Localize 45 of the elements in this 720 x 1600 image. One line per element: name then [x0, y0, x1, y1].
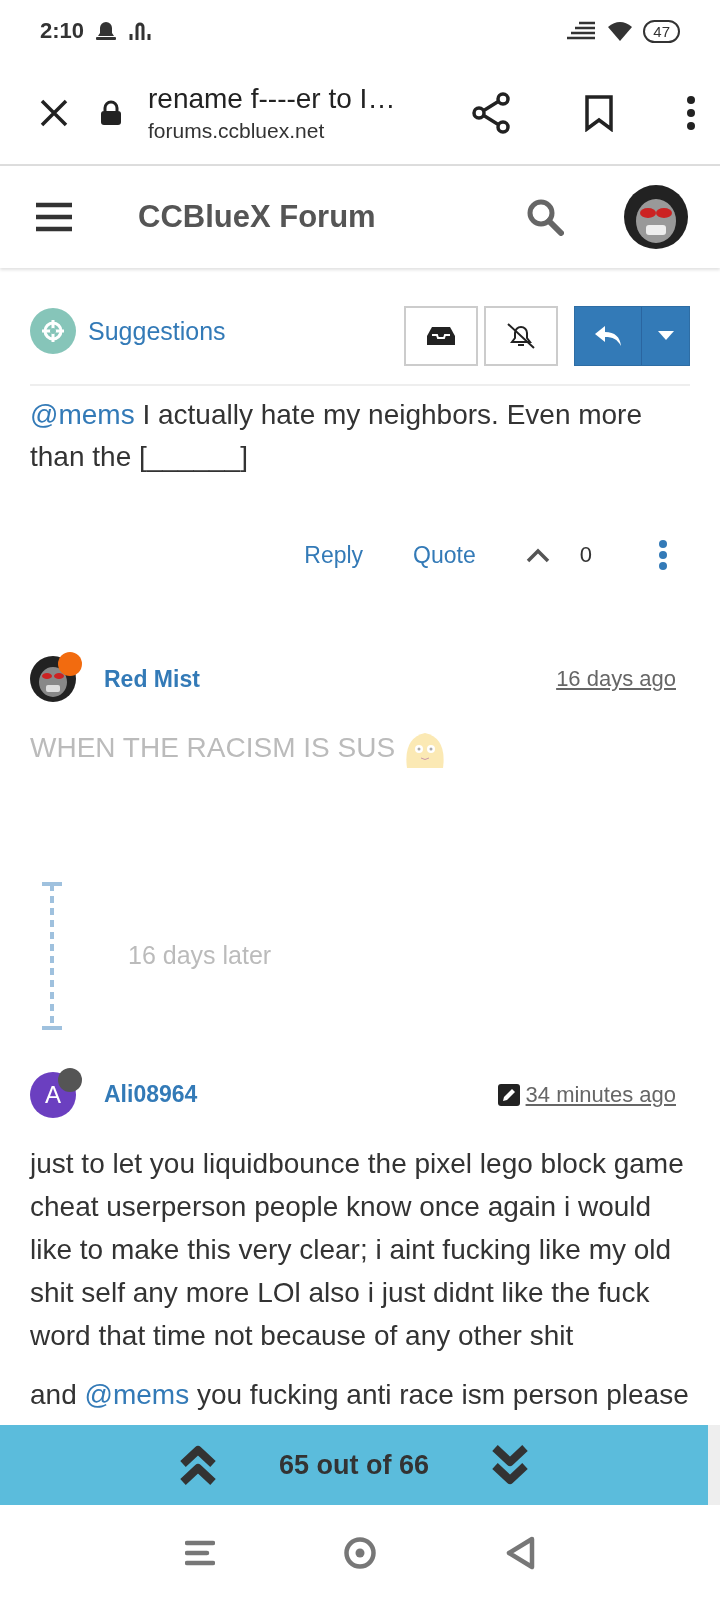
bell-off-icon [506, 322, 536, 350]
page-url: forums.ccbluex.net [148, 119, 326, 143]
post-counter: 65 out of 66 [279, 1449, 429, 1481]
bell-icon [94, 20, 119, 42]
wifi-icon [607, 20, 634, 42]
timeline-gap-icon [40, 881, 64, 1030]
close-icon [39, 98, 69, 128]
time-gap-label: 16 days later [128, 941, 272, 971]
caret-icon [657, 331, 674, 341]
quote-link[interactable]: Quote [413, 541, 476, 569]
back-icon[interactable] [505, 1535, 535, 1570]
ignore-button[interactable] [484, 306, 558, 366]
clock-time: 2:10 [40, 18, 85, 44]
signal-icon [128, 20, 153, 42]
upvote-icon[interactable] [525, 547, 550, 563]
recents-icon[interactable] [185, 1539, 215, 1566]
author-name[interactable]: Ali08964 [104, 1081, 498, 1109]
mention-link[interactable]: @mems [30, 399, 135, 430]
more-icon[interactable] [686, 96, 696, 130]
page-title: rename f----er to I… [148, 83, 397, 115]
battery-icon: 47 [643, 19, 680, 43]
post-time[interactable]: 16 days ago [556, 666, 676, 692]
home-icon[interactable] [343, 1535, 377, 1570]
forum-title: CCBlueX Forum [138, 199, 377, 235]
post-time[interactable]: 34 minutes ago [525, 1081, 676, 1108]
watch-button[interactable] [404, 306, 478, 366]
category-icon [30, 308, 76, 354]
lock-icon [100, 100, 122, 126]
inbox-icon [427, 326, 455, 346]
post-text: and @mems you fucking anti race ism person please [30, 1377, 690, 1412]
data-icon [567, 21, 598, 41]
menu-icon[interactable] [36, 202, 72, 232]
post-text: @mems I actually hate my neighbors. Even more than the [______] [30, 398, 644, 474]
category-link[interactable]: Suggestions [88, 316, 226, 346]
bookmark-icon[interactable] [584, 94, 614, 132]
avatar[interactable] [624, 185, 688, 249]
post-text: just to let you liquidbounce the pixel lego block game cheat userperson people know once again i would like to make this very clear; i aint fucking like my old shit self any more LOl also i just didnt like the fuck word that time not because of any other shit [30, 1146, 685, 1353]
post-text: WHEN THE RACISM IS SUS [30, 726, 690, 770]
reply-link[interactable]: Reply [304, 541, 364, 569]
author-name[interactable]: Red Mist [104, 665, 557, 693]
vote-count: 0 [579, 542, 592, 568]
share-icon[interactable] [472, 92, 512, 134]
reply-icon [594, 325, 622, 347]
mention-link[interactable]: @mems [84, 1378, 190, 1410]
search-icon[interactable] [526, 198, 564, 236]
